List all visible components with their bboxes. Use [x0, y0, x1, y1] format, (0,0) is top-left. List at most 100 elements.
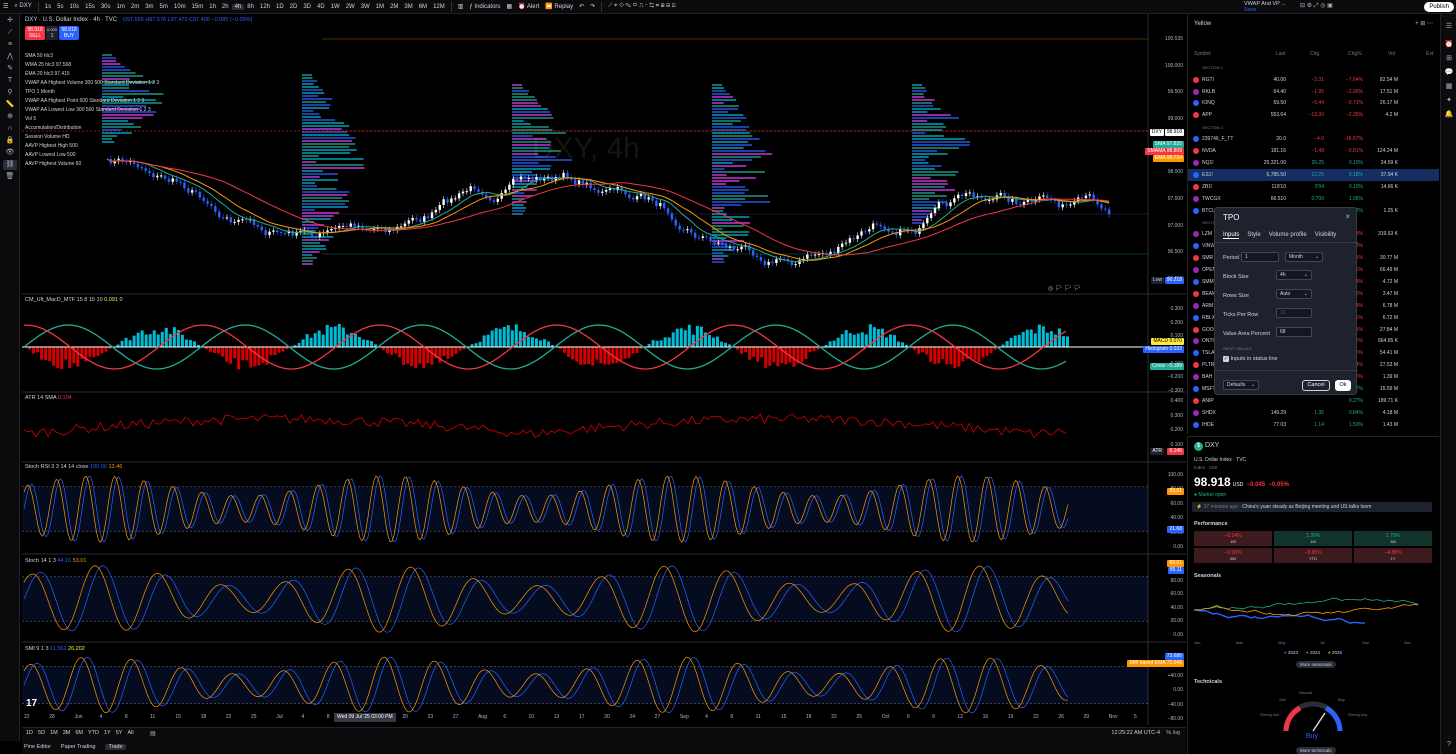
indicator-legend-item[interactable]: AAVP Lowest Low 500	[25, 151, 159, 160]
interval-1W[interactable]: 1W	[328, 4, 343, 10]
watchlist-row[interactable]: 239746_F_TT 20.0 −4.0 −16.67%	[1188, 133, 1439, 145]
performance-cell[interactable]: −0.14% 1W	[1194, 531, 1272, 546]
defaults-select[interactable]: Defaults ⌄	[1223, 380, 1259, 390]
watchlist-row[interactable]: AMZN222.035.552.56%50.49 M	[1188, 431, 1439, 434]
interval-10s[interactable]: 10s	[66, 4, 82, 10]
ruler-icon[interactable]: 📏	[3, 100, 17, 110]
interval-3W[interactable]: 3W	[358, 4, 373, 10]
bell-icon[interactable]: 🔔	[1442, 110, 1456, 120]
status-line-checkbox[interactable]: ✓ Inputs in status line	[1223, 356, 1278, 362]
indicator-legend-item[interactable]: AAVP Highest High 500	[25, 142, 159, 151]
performance-cell[interactable]: 1.79% 3M	[1354, 531, 1432, 546]
redo-icon[interactable]: ↷	[587, 3, 598, 10]
details-symbol[interactable]: $ DXY	[1194, 442, 1219, 451]
interval-5s[interactable]: 5s	[54, 4, 66, 10]
data-window-icon[interactable]: ⊞	[1442, 54, 1456, 64]
range-1M[interactable]: 1M	[50, 730, 58, 736]
watchlist-section[interactable]: SECTION 1	[1188, 62, 1439, 74]
watchlist-row[interactable]: ES1! 6,785.50 12.25 0.18% 37.94 K	[1188, 169, 1439, 181]
range-6M[interactable]: 6M	[75, 730, 83, 736]
indicator-legend-item[interactable]: Vol 5	[25, 115, 159, 124]
watchlist-icon[interactable]: ☰	[1442, 22, 1456, 32]
event-icons[interactable]: ◎ 🏳 🏳 🏳	[1048, 285, 1081, 292]
watchlist-row[interactable]: IONQ 59.50 −0.44 −0.73% 26.17 M	[1188, 98, 1439, 110]
symbol-search[interactable]: ⌕ DXY	[11, 3, 34, 10]
bulb-icon[interactable]: ✦	[1442, 96, 1456, 106]
interval-10m[interactable]: 10m	[171, 4, 189, 10]
watchlist-section[interactable]: SECTION 2	[1188, 122, 1439, 134]
bottom-tab-2[interactable]: Trade	[105, 744, 126, 750]
watchlist-col-chg[interactable]: Chg	[1310, 51, 1319, 57]
range-All[interactable]: All	[127, 730, 133, 736]
alerts-icon[interactable]: ⏰	[1442, 40, 1456, 50]
indicator-legend-item[interactable]: VWAP AA Lowest Low 300 500 Standard Devi…	[25, 106, 159, 115]
watchlist-col-ext[interactable]: Ext	[1426, 51, 1433, 57]
watchlist-row[interactable]: NVDA 181.16 −1.48 −0.81% 124.24 M	[1188, 145, 1439, 157]
interval-1s[interactable]: 1s	[42, 4, 54, 10]
interval-15m[interactable]: 15m	[189, 4, 207, 10]
interval-12M[interactable]: 12M	[430, 4, 448, 10]
watchlist-name[interactable]: Yellow	[1194, 21, 1211, 27]
interval-4h[interactable]: 4h	[231, 3, 245, 10]
value-area-input[interactable]: 68	[1276, 327, 1312, 337]
watchlist-row[interactable]: APP 553.64 −13.30 −2.35% 4.2 M	[1188, 110, 1439, 122]
brush-icon[interactable]: ✎	[3, 64, 17, 74]
more-seasonals-button[interactable]: More seasonals	[1296, 661, 1336, 668]
layout-name[interactable]: VWAP And VP ... Save	[1244, 1, 1286, 13]
interval-6M[interactable]: 6M	[416, 4, 430, 10]
watchlist-col-vol[interactable]: Vol	[1388, 51, 1395, 57]
indicator-legend-item[interactable]: TPO 1 Month	[25, 88, 159, 97]
eye-icon[interactable]: 👁	[3, 148, 17, 158]
chart-area[interactable]: DXY · U.S. Dollar Index · 4h · TVC O97.5…	[22, 14, 1186, 725]
text-icon[interactable]: T	[3, 76, 17, 86]
watchlist-col-symbol[interactable]: Symbol	[1194, 51, 1211, 57]
forecast-icon[interactable]: ⚲	[3, 88, 17, 98]
tpo-tab-0[interactable]: Inputs	[1223, 232, 1240, 239]
watchlist-col-chg%[interactable]: Chg%	[1348, 51, 1362, 57]
interval-15s[interactable]: 15s	[82, 4, 98, 10]
interval-2M[interactable]: 2M	[387, 4, 401, 10]
watchlist-actions-icon[interactable]: + ⊞ ⋯	[1415, 20, 1433, 27]
period-input[interactable]: 1	[1241, 252, 1279, 262]
templates-icon[interactable]: ▦	[503, 3, 515, 10]
watchlist-row[interactable]: ANIP 0.27% 189.71 K	[1188, 395, 1439, 407]
sell-button[interactable]: 98.918 SELL	[25, 26, 45, 40]
calendar-icon[interactable]: ▦	[1442, 82, 1456, 92]
interval-2m[interactable]: 2m	[128, 4, 142, 10]
indicators-button[interactable]: ƒ Indicators	[466, 4, 503, 10]
interval-4D[interactable]: 4D	[314, 4, 328, 10]
lock-icon[interactable]: 🔒	[3, 136, 17, 146]
interval-3M[interactable]: 3M	[401, 4, 415, 10]
trash-icon[interactable]: 🗑	[3, 172, 17, 182]
interval-2W[interactable]: 2W	[343, 4, 358, 10]
ok-button[interactable]: Ok	[1335, 380, 1351, 391]
performance-cell[interactable]: 1.30% 1M	[1274, 531, 1352, 546]
range-YTD[interactable]: YTD	[88, 730, 99, 736]
interval-3m[interactable]: 3m	[142, 4, 156, 10]
bottom-tab-1[interactable]: Paper Trading	[61, 744, 96, 750]
range-5D[interactable]: 5D	[38, 730, 45, 736]
interval-12h[interactable]: 12h	[257, 4, 273, 10]
indicator-legend-item[interactable]: SMA 50 hlc3	[25, 52, 159, 61]
watchlist-row[interactable]: ZB1! 119'10 0'04 0.10% 14.66 K	[1188, 181, 1439, 193]
bottom-tab-0[interactable]: Pine Editor	[24, 744, 51, 750]
news-headline[interactable]: ⚡ 37 minutes ago · China's yuan steady a…	[1192, 502, 1432, 512]
interval-3D[interactable]: 3D	[300, 4, 314, 10]
interval-1m[interactable]: 1m	[114, 4, 128, 10]
indicator-legend-item[interactable]: EMA 20 hlc3 97.415	[25, 70, 159, 79]
watchlist-row[interactable]: SHDX 149.29 1.35 0.84% 4.18 M	[1188, 407, 1439, 419]
header-icons[interactable]: ⊟ ⚙ ⤢ ◎ ▣	[1300, 2, 1333, 10]
indicator-legend-item[interactable]: VWAP AA Highest Point 500 Standard Devia…	[25, 97, 159, 106]
chart-canvas[interactable]	[22, 14, 1186, 725]
period-unit-select[interactable]: Month ⌄	[1285, 252, 1323, 262]
interval-8h[interactable]: 8h	[244, 4, 257, 10]
performance-cell[interactable]: −4.88% 1Y	[1354, 548, 1432, 563]
indicator-legend-item[interactable]: Session Volume HD	[25, 133, 159, 142]
range-1D[interactable]: 1D	[26, 730, 33, 736]
lot-size[interactable]: 0.000 1	[46, 26, 58, 40]
crosshair-icon[interactable]: ✛	[3, 16, 17, 26]
interval-2h[interactable]: 2h	[219, 4, 232, 10]
block-size-select[interactable]: 4h ⌄	[1276, 270, 1312, 280]
zoom-icon[interactable]: ⊕	[3, 112, 17, 122]
tpo-tab-3[interactable]: Visibility	[1315, 232, 1337, 239]
